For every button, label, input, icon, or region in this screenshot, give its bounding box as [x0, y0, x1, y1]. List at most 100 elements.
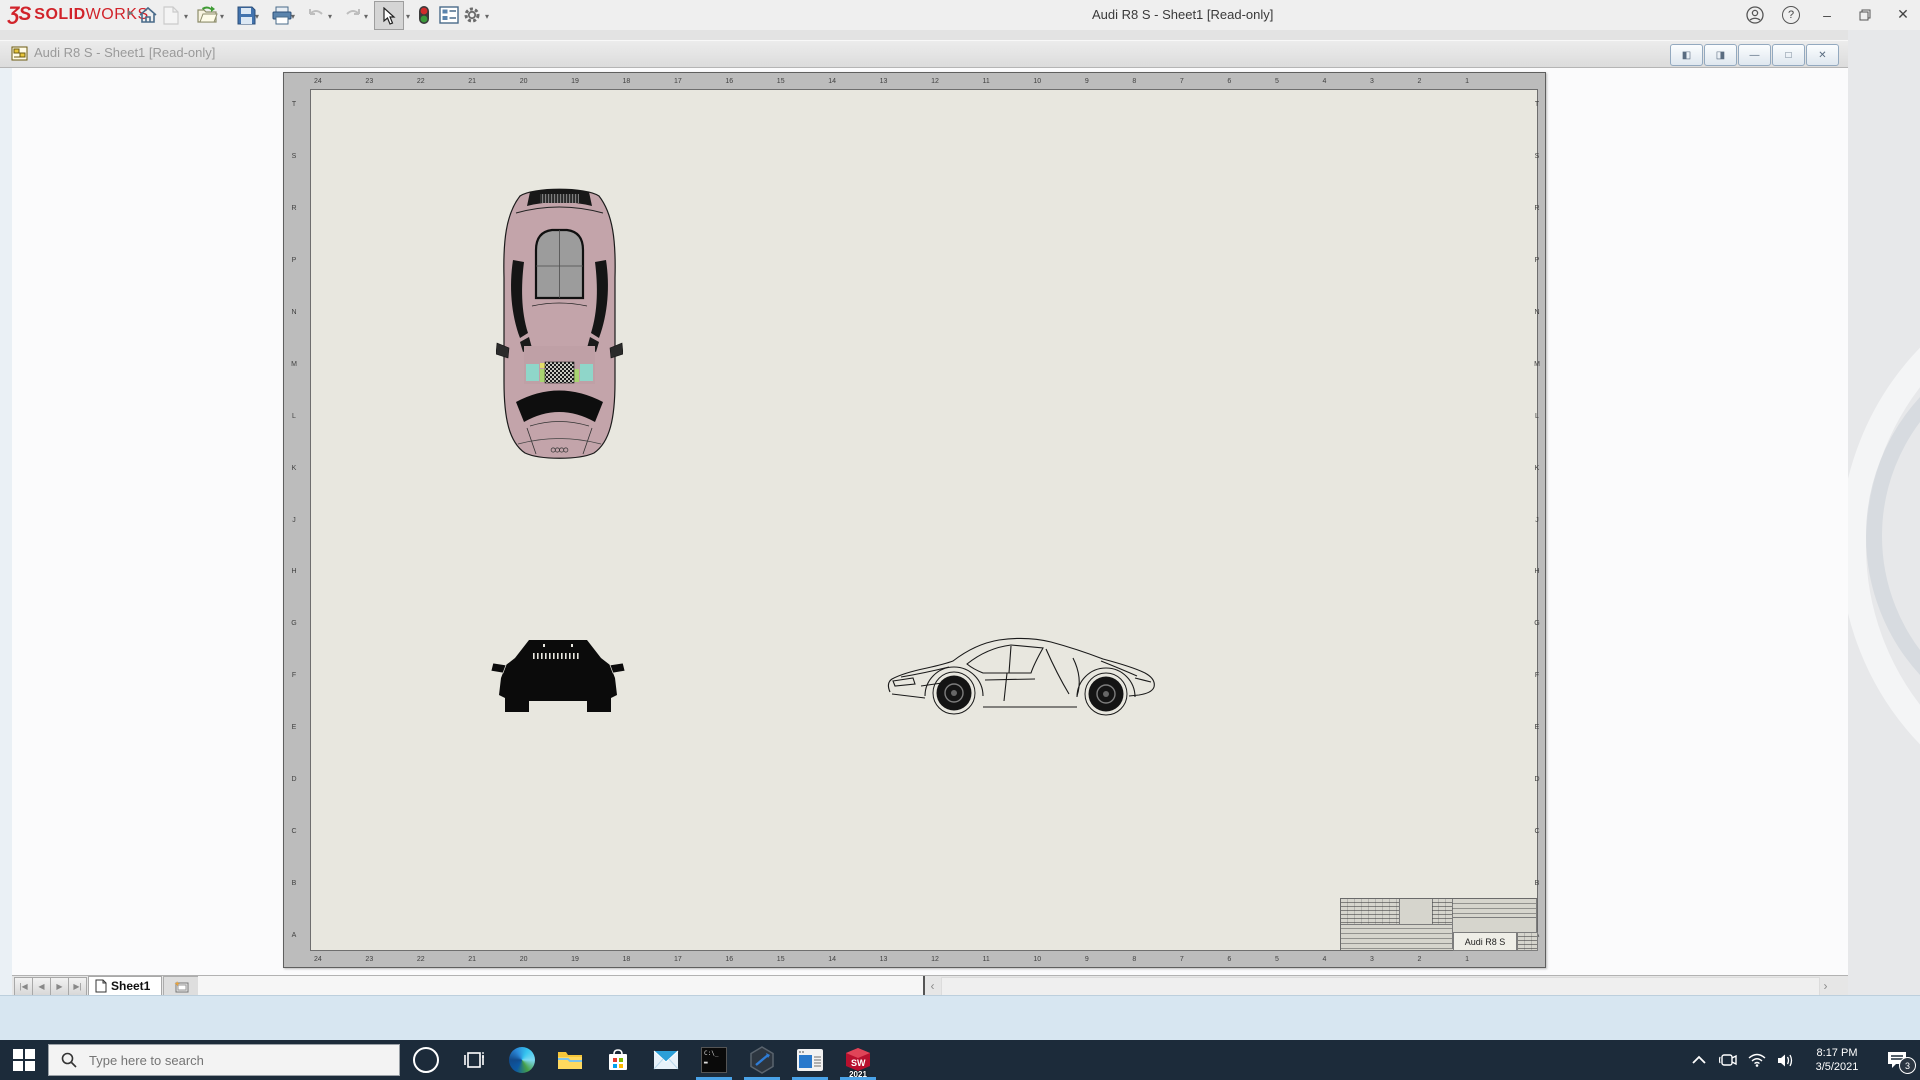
status-bar: [0, 995, 1920, 1041]
next-sheet-icon: ▶: [56, 982, 62, 991]
split-right-button[interactable]: ◨: [1704, 44, 1737, 66]
close-button[interactable]: ✕: [1884, 0, 1920, 29]
display-options-icon: [439, 6, 459, 24]
doc-close-button[interactable]: ✕: [1806, 44, 1839, 66]
app-backdrop: [1848, 30, 1920, 1040]
taskbar-clock[interactable]: 8:17 PM 3/5/2021: [1800, 1046, 1874, 1074]
zone-letters-left: TSRPNMLKJHGFEDCBA: [285, 101, 303, 939]
zone-label: 5: [1275, 78, 1279, 85]
restore-button[interactable]: [1846, 0, 1884, 29]
prev-sheet-button[interactable]: ◀: [32, 977, 51, 996]
title-block[interactable]: Audi R8 S: [1340, 898, 1538, 951]
zone-label: B: [285, 880, 303, 887]
front-wheel: [933, 672, 975, 714]
sheet-paper[interactable]: [310, 89, 1538, 951]
zone-label: 3: [1370, 956, 1374, 963]
open-button[interactable]: [195, 3, 219, 27]
taskbar-app-hexagon[interactable]: [738, 1040, 786, 1080]
menu-flyout-arrow-icon[interactable]: ▸: [128, 6, 134, 19]
zone-label: 16: [725, 78, 733, 85]
zone-label: R: [1528, 205, 1546, 212]
tray-volume-button[interactable]: [1771, 1040, 1800, 1080]
zone-label: 21: [468, 956, 476, 963]
edge-icon: [509, 1047, 535, 1073]
zone-label: J: [1528, 517, 1546, 524]
front-view[interactable]: [491, 638, 625, 714]
dropdown-caret[interactable]: ▾: [252, 10, 262, 22]
zone-letters-right: TSRPNMLKJHGFEDCBA: [1528, 101, 1546, 939]
taskbar-app-task-view[interactable]: [450, 1040, 498, 1080]
clock-date: 3/5/2021: [1800, 1060, 1874, 1074]
zone-label: 2: [1418, 78, 1422, 85]
add-sheet-tab[interactable]: [163, 976, 199, 996]
tray-hidden-icons-button[interactable]: [1684, 1040, 1713, 1080]
dropdown-caret[interactable]: ▾: [361, 10, 371, 22]
zone-label: 15: [777, 956, 785, 963]
drawing-viewport[interactable]: 242322212019181716151413121110987654321 …: [12, 68, 1848, 975]
tab-sheet1[interactable]: Sheet1: [88, 976, 162, 995]
dropdown-caret[interactable]: ▾: [482, 10, 492, 22]
search-input[interactable]: [87, 1052, 381, 1069]
drawing-sheet[interactable]: 242322212019181716151413121110987654321 …: [283, 72, 1546, 968]
minimize-button[interactable]: –: [1808, 0, 1846, 29]
taskbar-app-display[interactable]: [786, 1040, 834, 1080]
selection-filter-button[interactable]: [412, 3, 436, 27]
first-sheet-button[interactable]: |◀: [14, 977, 33, 996]
zone-label: 11: [982, 78, 989, 85]
account-button[interactable]: [1736, 0, 1774, 29]
taskbar-app-store[interactable]: [594, 1040, 642, 1080]
doc-restore-button[interactable]: □: [1772, 44, 1805, 66]
scroll-right-button[interactable]: ›: [1818, 977, 1833, 994]
action-center-button[interactable]: 3: [1874, 1040, 1920, 1080]
zone-numbers-top: 242322212019181716151413121110987654321: [314, 74, 1469, 88]
zone-label: A: [285, 932, 303, 939]
scroll-left-button[interactable]: ‹: [925, 977, 940, 994]
select-tool-button[interactable]: [374, 1, 404, 30]
close-icon: ✕: [1897, 6, 1909, 23]
taskbar-app-solidworks[interactable]: SW 2021: [834, 1040, 882, 1080]
home-button[interactable]: [136, 3, 160, 27]
taskbar-search[interactable]: [48, 1044, 400, 1076]
cortana-icon: [413, 1047, 439, 1073]
title-block-rev-box: [1517, 932, 1538, 951]
new-document-button[interactable]: [159, 3, 183, 27]
zone-label: 18: [623, 78, 631, 85]
taskbar-app-edge[interactable]: [498, 1040, 546, 1080]
zone-label: 21: [468, 78, 476, 85]
split-right-icon: ◨: [1716, 50, 1725, 61]
tray-wifi-button[interactable]: [1742, 1040, 1771, 1080]
help-button[interactable]: ?: [1772, 0, 1810, 29]
settings-button[interactable]: [460, 3, 484, 27]
zone-label: 12: [931, 78, 939, 85]
next-sheet-button[interactable]: ▶: [50, 977, 69, 996]
display-options-button[interactable]: [437, 3, 461, 27]
split-left-button[interactable]: ◧: [1670, 44, 1703, 66]
dropdown-caret[interactable]: ▾: [217, 10, 227, 22]
horizontal-scrollbar[interactable]: [941, 977, 1820, 996]
taskbar-app-mail[interactable]: [642, 1040, 690, 1080]
chevron-up-icon: [1692, 1055, 1706, 1065]
prev-sheet-icon: ◀: [38, 982, 44, 991]
top-view[interactable]: [496, 186, 623, 461]
zone-label: N: [1528, 309, 1546, 316]
zone-label: 18: [623, 956, 631, 963]
doc-minimize-button[interactable]: —: [1738, 44, 1771, 66]
dropdown-caret[interactable]: ▾: [288, 10, 298, 22]
tray-meet-now-button[interactable]: [1713, 1040, 1742, 1080]
start-button[interactable]: [0, 1040, 48, 1080]
taskbar-app-file-explorer[interactable]: [546, 1040, 594, 1080]
doc-restore-icon: □: [1785, 50, 1791, 61]
taskbar-app-command-prompt[interactable]: C:\_▂: [690, 1040, 738, 1080]
zone-label: C: [1528, 828, 1546, 835]
last-sheet-button[interactable]: ▶|: [68, 977, 87, 996]
title-block-cell: [1452, 917, 1537, 933]
zone-label: L: [1528, 413, 1546, 420]
zone-label: 19: [571, 956, 579, 963]
dropdown-caret[interactable]: ▾: [181, 10, 191, 22]
zone-label: D: [1528, 776, 1546, 783]
side-view[interactable]: [885, 634, 1163, 716]
dropdown-caret[interactable]: ▾: [325, 10, 335, 22]
taskbar-app-cortana[interactable]: [402, 1040, 450, 1080]
notification-badge: 3: [1899, 1057, 1916, 1074]
zone-label: 19: [571, 78, 579, 85]
